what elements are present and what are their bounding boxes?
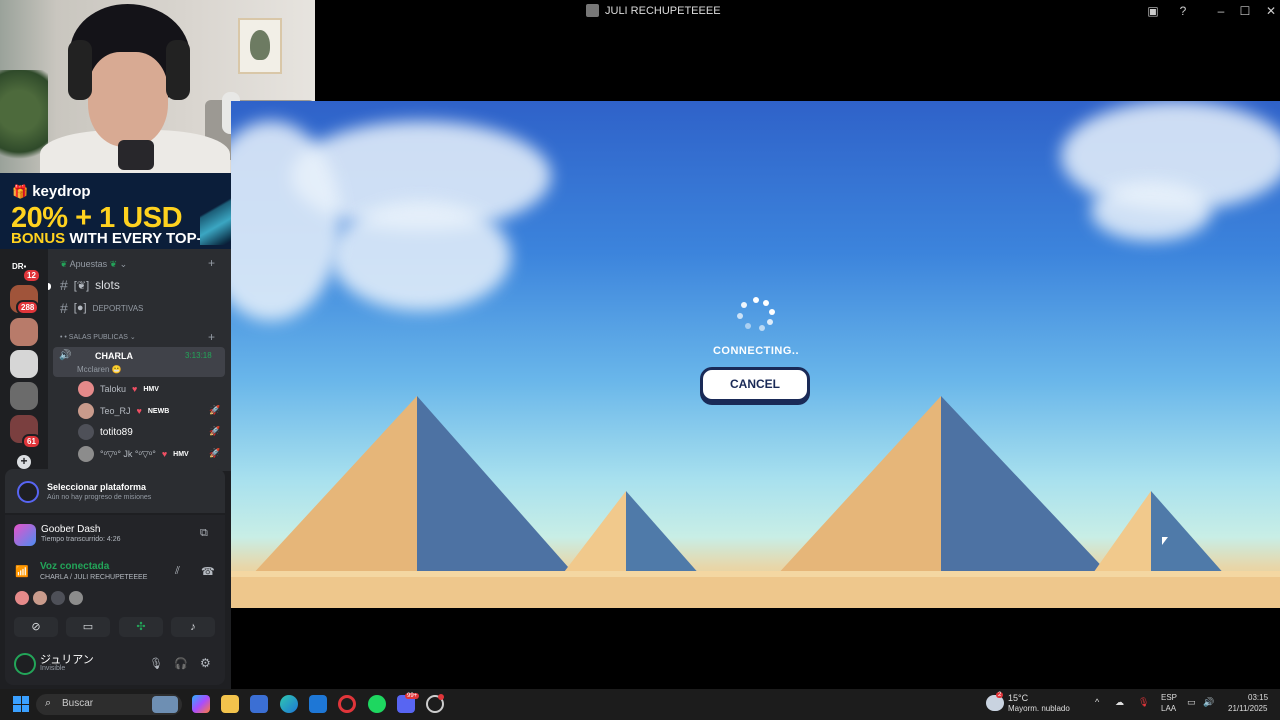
avatar xyxy=(78,381,94,397)
search-highlight-image xyxy=(152,696,178,713)
spotify-icon[interactable] xyxy=(368,695,386,713)
close-icon[interactable]: ✕ xyxy=(1262,3,1280,19)
add-channel-icon[interactable]: + xyxy=(208,256,215,270)
soundboard-button[interactable]: ♪ xyxy=(171,617,215,637)
gift-icon: 🎁 xyxy=(12,183,29,199)
weather-desc: Mayorm. nublado xyxy=(1008,704,1070,713)
clock-time[interactable]: 03:15 xyxy=(1248,693,1268,702)
language-top[interactable]: ESP xyxy=(1161,693,1177,702)
activity-panel[interactable]: Goober Dash Tiempo transcurrido: 4:26 ⧉ xyxy=(5,515,225,553)
avatar xyxy=(78,446,94,462)
volume-icon[interactable]: 🔊 xyxy=(1203,697,1214,708)
microphone-icon[interactable]: 🎙 xyxy=(149,657,163,670)
bing-icon[interactable] xyxy=(309,695,327,713)
avatar[interactable] xyxy=(14,653,36,675)
edge-icon[interactable] xyxy=(280,695,298,713)
gear-icon[interactable]: ⚙ xyxy=(200,656,211,670)
channel-slots[interactable]: # [❦] slots xyxy=(60,277,120,293)
screen-share-icon[interactable]: ▣ xyxy=(1144,3,1162,19)
add-server-icon[interactable]: + xyxy=(17,455,31,469)
help-icon[interactable]: ? xyxy=(1174,3,1192,19)
game-icon xyxy=(14,524,36,546)
discord-badge: 99+ xyxy=(405,693,420,699)
avatar xyxy=(78,424,94,440)
signal-icon: 📶 xyxy=(15,566,29,578)
cancel-button[interactable]: CANCEL xyxy=(700,367,810,402)
hash-icon: # xyxy=(60,277,68,293)
user-panel: ジュリアン Invisible 🎙 🎧 ⚙ xyxy=(5,645,225,685)
game-settings-icon[interactable]: ⧉ xyxy=(200,527,208,540)
cloud-icon[interactable]: ☁ xyxy=(1115,697,1124,708)
quest-icon xyxy=(17,481,39,503)
unread-badge: 61 xyxy=(22,434,41,449)
channel-deportivas[interactable]: # [●] DEPORTIVAS xyxy=(60,300,143,316)
mouse-cursor xyxy=(1162,537,1168,545)
pyramid-large-right xyxy=(776,396,1111,576)
windows-start-icon[interactable] xyxy=(13,696,29,712)
streaming-icon: 🚀 xyxy=(209,405,221,415)
voice-timer: 3:13:18 xyxy=(185,351,212,360)
category-apuestas[interactable]: ❦ Apuestas ❦ ⌄ xyxy=(60,259,127,270)
ad-brand: 🎁 keydrop xyxy=(12,183,91,200)
avatar[interactable] xyxy=(33,591,47,605)
server-list: DR▪ 12 288 61 + xyxy=(0,249,48,471)
voice-user[interactable]: °ᵒ▽ᵒ° Jk °ᵒ▽ᵒ° ♥ HMV xyxy=(78,446,189,462)
pyramid-small-right xyxy=(1091,491,1226,576)
voice-user[interactable]: Taloku ♥ HMV xyxy=(78,381,159,397)
weather-temp: 15°C xyxy=(1008,693,1029,703)
pyramid-large-left xyxy=(251,396,576,576)
microphone-tray-icon[interactable]: 🎙 xyxy=(1138,697,1149,708)
clock-date[interactable]: 21/11/2025 xyxy=(1228,704,1267,713)
search-input[interactable]: ⌕ Buscar xyxy=(36,694,182,715)
server-icon[interactable] xyxy=(10,350,38,378)
chevron-up-icon[interactable]: ^ xyxy=(1095,697,1099,707)
opera-gx-icon[interactable] xyxy=(338,695,356,713)
minimize-icon[interactable]: – xyxy=(1212,3,1230,19)
headphones-icon[interactable]: 🎧 xyxy=(174,657,188,670)
disconnect-icon[interactable]: ☎ xyxy=(201,565,215,578)
category-salas[interactable]: • • SALAS PUBLICAS ⌄ xyxy=(60,333,136,341)
avatar[interactable] xyxy=(69,591,83,605)
server-icon[interactable] xyxy=(10,382,38,410)
quest-panel[interactable]: Seleccionar plataforma Aún no hay progre… xyxy=(5,469,225,513)
ad-subline: BONUS WITH EVERY TOP-UP xyxy=(11,230,223,247)
noise-suppression-icon[interactable]: ⫽ xyxy=(175,565,180,578)
share-screen-button[interactable]: ▭ xyxy=(66,617,110,637)
stream-avatar-icon xyxy=(586,4,599,17)
voice-status: Mcclaren 😬 xyxy=(77,365,122,374)
streaming-icon: 🚀 xyxy=(209,448,221,458)
file-explorer-icon[interactable] xyxy=(221,695,239,713)
avatar[interactable] xyxy=(51,591,65,605)
camera-off-button[interactable]: ⊘ xyxy=(14,617,58,637)
network-icon[interactable]: ▭ xyxy=(1187,697,1196,708)
notification-dot xyxy=(438,694,444,700)
speaker-icon: 🔊 xyxy=(59,350,72,361)
avatar xyxy=(78,403,94,419)
activities-button[interactable]: ✣ xyxy=(119,617,163,637)
server-icon[interactable] xyxy=(10,318,38,346)
search-icon: ⌕ xyxy=(45,697,52,709)
copilot-icon[interactable] xyxy=(192,695,210,713)
voice-user[interactable]: Teo_RJ ♥ NEWB xyxy=(78,403,169,419)
hash-icon: # xyxy=(60,300,68,316)
voice-channel-name: CHARLA xyxy=(95,351,133,361)
connecting-status: CONNECTING.. xyxy=(712,345,800,357)
maximize-icon[interactable]: ☐ xyxy=(1236,3,1254,19)
avatar[interactable] xyxy=(15,591,29,605)
unread-badge: 288 xyxy=(16,300,40,315)
unread-badge: 12 xyxy=(22,268,41,283)
loading-spinner xyxy=(735,297,777,333)
store-icon[interactable] xyxy=(250,695,268,713)
ad-headline: 20% + 1 USD xyxy=(11,202,183,234)
voice-user[interactable]: totito89 xyxy=(78,424,133,440)
streaming-icon: 🚀 xyxy=(209,426,221,436)
language-bottom[interactable]: LAA xyxy=(1161,704,1176,713)
add-channel-icon[interactable]: + xyxy=(208,330,215,344)
pyramid-small-left xyxy=(561,491,701,576)
window-title: JULI RECHUPETEEEE xyxy=(586,4,721,17)
